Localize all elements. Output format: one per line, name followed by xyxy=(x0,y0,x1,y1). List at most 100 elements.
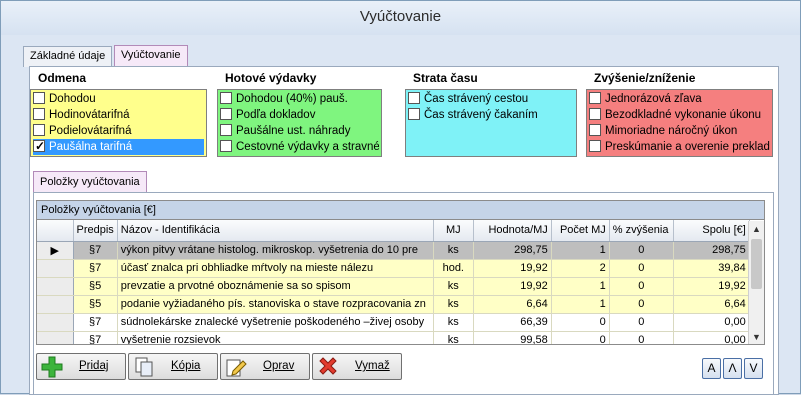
cell-nazov[interactable]: podanie vyžiadaného pís. stanoviska o st… xyxy=(117,295,434,314)
checkbox-cestovne-vydavky[interactable]: Cestovné výdavky a stravné xyxy=(220,139,379,155)
copy-button[interactable]: Kópia xyxy=(128,353,218,380)
cell-zvysenie[interactable]: 0 xyxy=(609,259,674,278)
checkbox-icon[interactable] xyxy=(33,92,45,104)
checked-checkbox-icon[interactable]: ✓ xyxy=(33,139,45,153)
cell-zvysenie[interactable]: 0 xyxy=(609,277,674,296)
cell-predpis[interactable]: §5 xyxy=(73,277,118,296)
cell-hodnota[interactable]: 66,39 xyxy=(473,313,552,332)
cell-predpis[interactable]: §7 xyxy=(73,313,118,332)
cell-pocet[interactable]: 2 xyxy=(551,259,610,278)
cell-nazov[interactable]: prevzatie a prvotné oboznámenie sa so sp… xyxy=(117,277,434,296)
cell-nazov[interactable]: výkon pitvy vrátane histolog. mikroskop.… xyxy=(117,241,434,260)
checkbox-podla-dokladov[interactable]: Podľa dokladov xyxy=(220,107,379,123)
table-row[interactable]: §5 podanie vyžiadaného pís. stanoviska o… xyxy=(37,295,750,314)
cell-pocet[interactable]: 1 xyxy=(551,277,610,296)
cell-spolu[interactable]: 19,92 xyxy=(673,277,750,296)
move-down-button[interactable]: V xyxy=(744,358,763,379)
table-row[interactable]: §7 súdnolekárske znalecké vyšetrenie poš… xyxy=(37,313,750,332)
checkbox-dohodou[interactable]: Dohodou xyxy=(33,91,204,107)
tab-polozky-vyuctovania[interactable]: Položky vyúčtovania xyxy=(33,171,147,193)
cell-predpis[interactable]: §7 xyxy=(73,259,118,278)
cell-mj[interactable]: ks xyxy=(433,277,474,296)
delete-button[interactable]: Vymaž xyxy=(312,353,402,380)
cell-predpis[interactable]: §7 xyxy=(73,241,118,260)
checkbox-pausalna-tarifna[interactable]: ✓ Paušálna tarifná xyxy=(33,139,204,155)
checkbox-icon[interactable] xyxy=(33,108,45,120)
cell-mj[interactable]: ks xyxy=(433,313,474,332)
scrollbar-thumb[interactable] xyxy=(751,239,762,289)
cell-spolu[interactable]: 298,75 xyxy=(673,241,750,260)
cell-zvysenie[interactable]: 0 xyxy=(609,241,674,260)
checkbox-preskumanie[interactable]: Preskúmanie a overenie prekladu xyxy=(589,139,770,155)
checkbox-icon[interactable] xyxy=(408,92,420,104)
checkbox-icon[interactable] xyxy=(33,124,45,136)
cell-zvysenie[interactable]: 0 xyxy=(609,295,674,314)
checkbox-icon[interactable] xyxy=(408,108,420,120)
cell-spolu[interactable]: 39,84 xyxy=(673,259,750,278)
add-button[interactable]: Pridaj xyxy=(36,353,126,380)
checkbox-icon[interactable] xyxy=(589,108,601,120)
cell-spolu[interactable]: 0,00 xyxy=(673,331,750,344)
move-up-button[interactable]: Λ xyxy=(723,358,742,379)
column-header-nazov[interactable]: Názov - Identifikácia xyxy=(117,220,434,242)
checkbox-hodinova-tarifna[interactable]: Hodinovátarifná xyxy=(33,107,204,123)
cell-mj[interactable]: ks xyxy=(433,241,474,260)
table-row[interactable]: §7 účasť znalca pri obhliadke mŕtvoly na… xyxy=(37,259,750,278)
column-header-hodnota[interactable]: Hodnota/MJ xyxy=(473,220,552,242)
checkbox-icon[interactable] xyxy=(220,108,232,120)
checkbox-mimoriadne[interactable]: Mimoriadne náročný úkon xyxy=(589,123,770,139)
column-header-zvysenie[interactable]: % zvýšenia xyxy=(609,220,674,242)
checkbox-icon[interactable] xyxy=(220,124,232,136)
cell-nazov[interactable]: súdnolekárske znalecké vyšetrenie poškod… xyxy=(117,313,434,332)
cell-pocet[interactable]: 0 xyxy=(551,313,610,332)
cell-predpis[interactable]: §7 xyxy=(73,331,118,344)
vertical-scrollbar[interactable]: ▲ ▼ xyxy=(748,221,764,344)
cell-pocet[interactable]: 1 xyxy=(551,241,610,260)
cell-zvysenie[interactable]: 0 xyxy=(609,313,674,332)
cell-hodnota[interactable]: 99,58 xyxy=(473,331,552,344)
checkbox-icon[interactable] xyxy=(589,140,601,152)
column-header-mj[interactable]: MJ xyxy=(433,220,474,242)
cell-spolu[interactable]: 6,64 xyxy=(673,295,750,314)
tab-zakladne-udaje[interactable]: Základné údaje xyxy=(23,46,113,67)
cell-mj[interactable]: hod. xyxy=(433,259,474,278)
cell-nazov[interactable]: účasť znalca pri obhliadke mŕtvoly na mi… xyxy=(117,259,434,278)
cell-spolu[interactable]: 0,00 xyxy=(673,313,750,332)
tab-vyuctovanie[interactable]: Vyúčtovanie xyxy=(114,45,188,67)
edit-button[interactable]: Oprav xyxy=(220,353,310,380)
checkbox-bezodkladne[interactable]: Bezodkladné vykonanie úkonu xyxy=(589,107,770,123)
table-row[interactable]: ▶ §7 výkon pitvy vrátane histolog. mikro… xyxy=(37,241,750,260)
scroll-down-icon[interactable]: ▼ xyxy=(749,329,764,344)
scroll-up-icon[interactable]: ▲ xyxy=(749,221,764,237)
table-row[interactable]: §5 prevzatie a prvotné oboznámenie sa so… xyxy=(37,277,750,296)
items-grid: Položky vyúčtovania [€] Predpis Názov - … xyxy=(36,200,765,345)
sort-a-button[interactable]: A xyxy=(702,358,721,379)
checkbox-cas-cestou[interactable]: Čas strávený cestou xyxy=(408,91,574,107)
cell-zvysenie[interactable]: 0 xyxy=(609,331,674,344)
checkbox-pausalne-nahrady[interactable]: Paušálne ust. náhrady xyxy=(220,123,379,139)
cell-mj[interactable]: ks xyxy=(433,295,474,314)
row-indicator xyxy=(37,331,74,344)
cell-hodnota[interactable]: 6,64 xyxy=(473,295,552,314)
checkbox-cas-cakanim[interactable]: Čas strávený čakaním xyxy=(408,107,574,123)
checkbox-icon[interactable] xyxy=(589,92,601,104)
checkbox-icon[interactable] xyxy=(220,140,232,152)
delete-icon xyxy=(319,357,337,375)
cell-pocet[interactable]: 1 xyxy=(551,295,610,314)
column-header-predpis[interactable]: Predpis xyxy=(73,220,118,242)
checkbox-jednorazova-zlava[interactable]: Jednorázová zľava xyxy=(589,91,770,107)
cell-pocet[interactable]: 0 xyxy=(551,331,610,344)
column-header-spolu[interactable]: Spolu [€] xyxy=(673,220,750,242)
cell-predpis[interactable]: §5 xyxy=(73,295,118,314)
checkbox-icon[interactable] xyxy=(589,124,601,136)
cell-hodnota[interactable]: 19,92 xyxy=(473,259,552,278)
cell-hodnota[interactable]: 19,92 xyxy=(473,277,552,296)
checkbox-icon[interactable] xyxy=(220,92,232,104)
checkbox-dohodou-pausal[interactable]: Dohodou (40%) pauš. xyxy=(220,91,379,107)
cell-hodnota[interactable]: 298,75 xyxy=(473,241,552,260)
checkbox-podielova-tarifna[interactable]: Podielovátarifná xyxy=(33,123,204,139)
cell-mj[interactable]: ks xyxy=(433,331,474,344)
table-row[interactable]: §7 vyšetrenie rozsievok ks 99,58 0 0 0,0… xyxy=(37,331,750,344)
column-header-pocet[interactable]: Počet MJ xyxy=(551,220,610,242)
cell-nazov[interactable]: vyšetrenie rozsievok xyxy=(117,331,434,344)
